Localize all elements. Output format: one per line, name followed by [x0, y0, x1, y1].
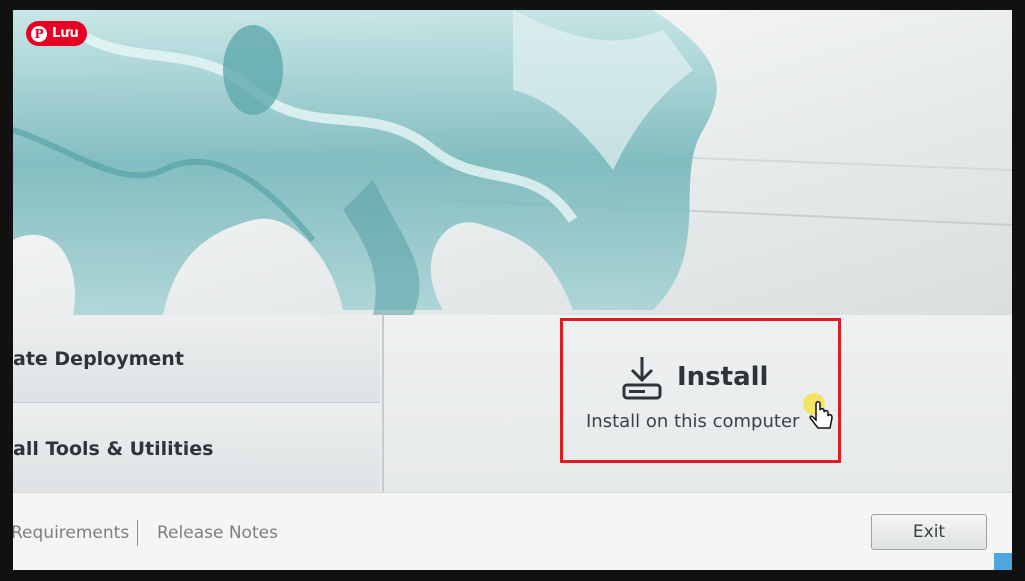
corner-indicator: [994, 553, 1012, 570]
hero-banner: [13, 10, 1012, 315]
menu-item-label: all Tools & Utilities: [13, 437, 214, 460]
installer-window: ate Deployment all Tools & Utilities Req…: [13, 10, 1012, 570]
exit-button[interactable]: Exit: [871, 514, 987, 550]
install-subtitle: Install on this computer: [586, 411, 800, 432]
download-drive-icon: [622, 357, 662, 400]
footer-bar: Requirements Release Notes Exit: [13, 492, 1012, 570]
requirements-link[interactable]: Requirements: [13, 523, 129, 543]
menu-item-create-deployment[interactable]: ate Deployment: [13, 315, 380, 403]
left-menu: ate Deployment all Tools & Utilities: [13, 315, 384, 497]
pin-label: Lưu: [52, 26, 79, 41]
divider: [137, 520, 138, 546]
hand-cursor-icon: [803, 393, 833, 429]
pinterest-save-button[interactable]: P Lưu: [26, 21, 87, 46]
menu-item-label: ate Deployment: [13, 347, 184, 370]
menu-item-install-tools-utilities[interactable]: all Tools & Utilities: [13, 405, 380, 493]
menu-area: ate Deployment all Tools & Utilities: [13, 315, 1012, 502]
install-title: Install: [677, 362, 769, 392]
release-notes-link[interactable]: Release Notes: [157, 523, 278, 543]
pinterest-icon: P: [31, 25, 47, 42]
